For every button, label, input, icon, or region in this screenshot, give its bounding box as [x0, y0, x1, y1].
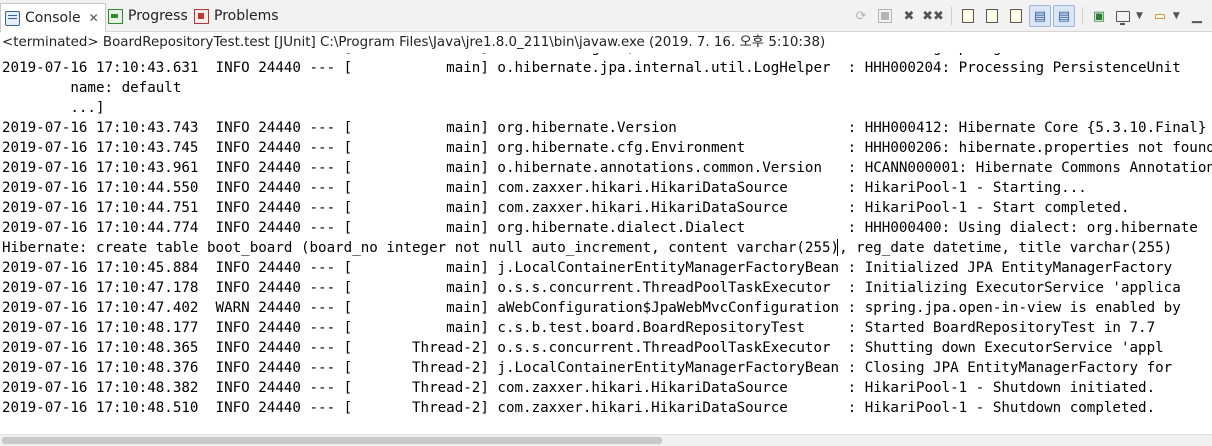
console-line: 2019-07-16 17:10:47.402 WARN 24440 --- [… — [2, 300, 1181, 316]
scroll-lock-icon[interactable] — [981, 5, 1003, 27]
console-line: 2019-07-16 17:10:47.178 INFO 24440 --- [… — [2, 280, 1181, 296]
console-toolbar: ⟳ ✖ ✖✖ ▤ ▤ ▣ ▼ ▭ ▼ ▁ □ — [850, 4, 1212, 28]
tab-progress[interactable]: Progress — [104, 3, 194, 29]
console-line: 2019-07-16 17:10:44.774 INFO 24440 --- [… — [2, 220, 1198, 236]
console-line: 2019-07-16 17:10:43.631 INFO 24440 --- [… — [2, 60, 1181, 76]
toolbar-separator — [951, 7, 952, 25]
tab-console-label: Console — [25, 10, 81, 26]
tab-problems-label: Problems — [214, 8, 279, 24]
tab-progress-label: Progress — [128, 8, 188, 24]
console-line: 2019-07-16 17:10:48.177 INFO 24440 --- [… — [2, 320, 1156, 336]
problems-icon — [194, 8, 209, 24]
progress-icon — [108, 8, 123, 24]
display-console-icon[interactable] — [1112, 5, 1134, 27]
text-caret — [837, 239, 838, 256]
new-console-icon[interactable]: ▭ — [1149, 5, 1171, 27]
view-tab-bar: Console ✕ Progress Problems ⟳ ✖ ✖✖ ▤ ▤ ▣… — [0, 0, 1212, 32]
horizontal-scrollbar[interactable] — [0, 434, 1212, 446]
console-output[interactable]: 2019-07-16 17:10:43.590 INFO 24440 --- [… — [0, 53, 1212, 434]
console-line: 2019-07-16 17:10:44.550 INFO 24440 --- [… — [2, 180, 1087, 196]
remove-all-terminated-icon[interactable]: ✖✖ — [922, 5, 944, 27]
console-line: 2019-07-16 17:10:43.743 INFO 24440 --- [… — [2, 120, 1207, 136]
console-line: 2019-07-16 17:10:48.365 INFO 24440 --- [… — [2, 340, 1164, 356]
link-icon[interactable]: ⟳ — [850, 5, 872, 27]
console-line: 2019-07-16 17:10:48.376 INFO 24440 --- [… — [2, 360, 1173, 376]
console-line: 2019-07-16 17:10:45.884 INFO 24440 --- [… — [2, 260, 1173, 276]
toolbar-separator — [1082, 7, 1083, 25]
process-status-line: <terminated> BoardRepositoryTest.test [J… — [2, 35, 826, 50]
console-line: 2019-07-16 17:10:44.751 INFO 24440 --- [… — [2, 200, 1130, 216]
pin-console-icon[interactable]: ▣ — [1088, 5, 1110, 27]
console-line: name: default — [2, 80, 182, 96]
scrollbar-thumb[interactable] — [2, 437, 662, 444]
terminate-icon[interactable] — [874, 5, 896, 27]
show-stderr-icon[interactable]: ▤ — [1053, 5, 1075, 27]
tab-problems[interactable]: Problems — [190, 3, 285, 29]
console-line: 2019-07-16 17:10:43.961 INFO 24440 --- [… — [2, 160, 1212, 176]
tab-console[interactable]: Console ✕ — [0, 3, 106, 32]
console-line: 2019-07-16 17:10:48.510 INFO 24440 --- [… — [2, 400, 1156, 416]
chevron-down-icon[interactable]: ▼ — [1173, 11, 1180, 21]
console-line: Hibernate: create table boot_board (boar… — [2, 240, 1173, 256]
clear-console-icon[interactable] — [957, 5, 979, 27]
chevron-down-icon[interactable]: ▼ — [1136, 11, 1143, 21]
console-line: 2019-07-16 17:10:48.382 INFO 24440 --- [… — [2, 380, 1156, 396]
show-stdout-icon[interactable]: ▤ — [1029, 5, 1051, 27]
remove-launch-icon[interactable]: ✖ — [898, 5, 920, 27]
console-line: 2019-07-16 17:10:43.745 INFO 24440 --- [… — [2, 140, 1212, 156]
word-wrap-icon[interactable] — [1005, 5, 1027, 27]
console-line: ...] — [2, 100, 105, 116]
minimize-icon[interactable]: ▁ — [1186, 5, 1208, 27]
close-icon[interactable]: ✕ — [89, 11, 99, 25]
console-log-lines: 2019-07-16 17:10:43.590 INFO 24440 --- [… — [0, 53, 1212, 418]
console-icon — [5, 10, 20, 26]
